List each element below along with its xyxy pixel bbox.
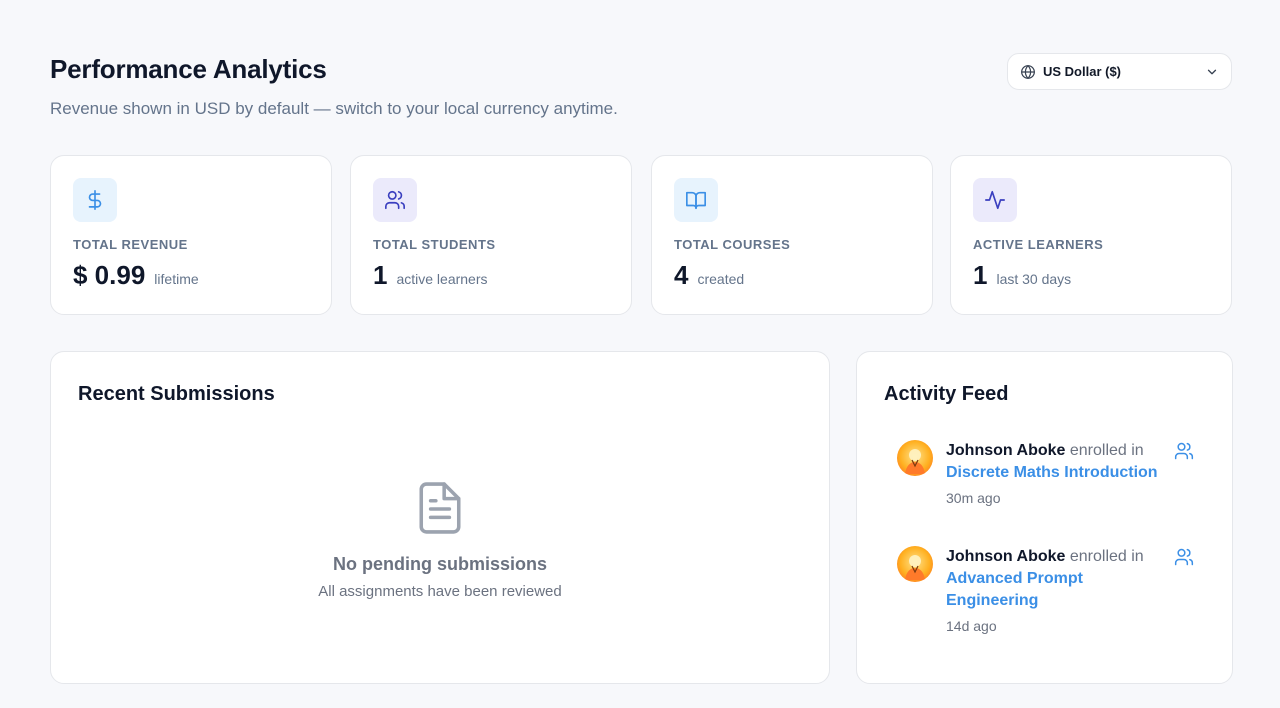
stat-label: TOTAL REVENUE <box>73 237 188 252</box>
avatar <box>897 546 933 582</box>
activity-icon <box>973 178 1017 222</box>
recent-submissions-panel: Recent Submissions No pending submission… <box>50 351 830 684</box>
analytics-page: Performance Analytics Revenue shown in U… <box>0 0 1280 708</box>
stat-value: $ 0.99 <box>73 260 146 290</box>
page-title: Performance Analytics <box>50 54 327 84</box>
stat-caption: last 30 days <box>996 271 1072 287</box>
stat-caption: created <box>697 271 745 287</box>
stat-value: 1 <box>373 260 388 290</box>
stat-card-total-students: TOTAL STUDENTS 1 active learners <box>350 155 632 315</box>
page-header: Performance Analytics Revenue shown in U… <box>50 54 618 119</box>
stat-label: TOTAL COURSES <box>674 237 791 252</box>
users-icon <box>1174 547 1194 567</box>
document-icon <box>419 482 461 534</box>
users-icon <box>1174 441 1194 461</box>
activity-text: Johnson Aboke enrolled in Discrete Maths… <box>946 440 1166 509</box>
stat-card-total-courses: TOTAL COURSES 4 created <box>651 155 933 315</box>
activity-verb: enrolled in <box>1069 442 1144 459</box>
currency-select-value: US Dollar ($) <box>1043 64 1122 79</box>
activity-time: 14d ago <box>946 618 997 634</box>
activity-user-name: Johnson Aboke <box>946 442 1066 459</box>
activity-feed-panel: Activity Feed Johnson Aboke enrolled in … <box>856 351 1233 684</box>
activity-course-link[interactable]: Advanced Prompt Engineering <box>946 568 1166 612</box>
panel-title: Recent Submissions <box>78 383 275 405</box>
users-icon <box>373 178 417 222</box>
stat-label: ACTIVE LEARNERS <box>973 237 1104 252</box>
activity-time: 30m ago <box>946 490 1001 506</box>
stat-caption: lifetime <box>154 271 199 287</box>
stat-label: TOTAL STUDENTS <box>373 237 496 252</box>
stat-card-active-learners: ACTIVE LEARNERS 1 last 30 days <box>950 155 1232 315</box>
empty-state-title: No pending submissions <box>332 554 547 574</box>
activity-verb: enrolled in <box>1069 548 1144 565</box>
stat-value-row: 1 active learners <box>373 260 488 291</box>
stat-card-total-revenue: TOTAL REVENUE $ 0.99 lifetime <box>50 155 332 315</box>
panel-title: Activity Feed <box>884 383 1009 405</box>
activity-course-link[interactable]: Discrete Maths Introduction <box>946 462 1166 484</box>
empty-state-subtitle: All assignments have been reviewed <box>318 583 562 600</box>
stat-value-row: $ 0.99 lifetime <box>73 260 199 291</box>
chevron-down-icon <box>1205 65 1219 79</box>
empty-state: No pending submissions All assignments h… <box>51 480 829 600</box>
avatar <box>897 440 933 476</box>
stat-value: 4 <box>674 260 689 290</box>
activity-user-name: Johnson Aboke <box>946 548 1066 565</box>
currency-select[interactable]: US Dollar ($) <box>1007 53 1232 90</box>
stat-value-row: 4 created <box>674 260 744 291</box>
page-subtitle: Revenue shown in USD by default — switch… <box>50 99 618 118</box>
stat-value: 1 <box>973 260 988 290</box>
stat-caption: active learners <box>396 271 488 287</box>
stat-value-row: 1 last 30 days <box>973 260 1071 291</box>
activity-text: Johnson Aboke enrolled in Advanced Promp… <box>946 546 1166 637</box>
globe-icon <box>1020 64 1036 80</box>
book-icon <box>674 178 718 222</box>
dollar-icon <box>73 178 117 222</box>
